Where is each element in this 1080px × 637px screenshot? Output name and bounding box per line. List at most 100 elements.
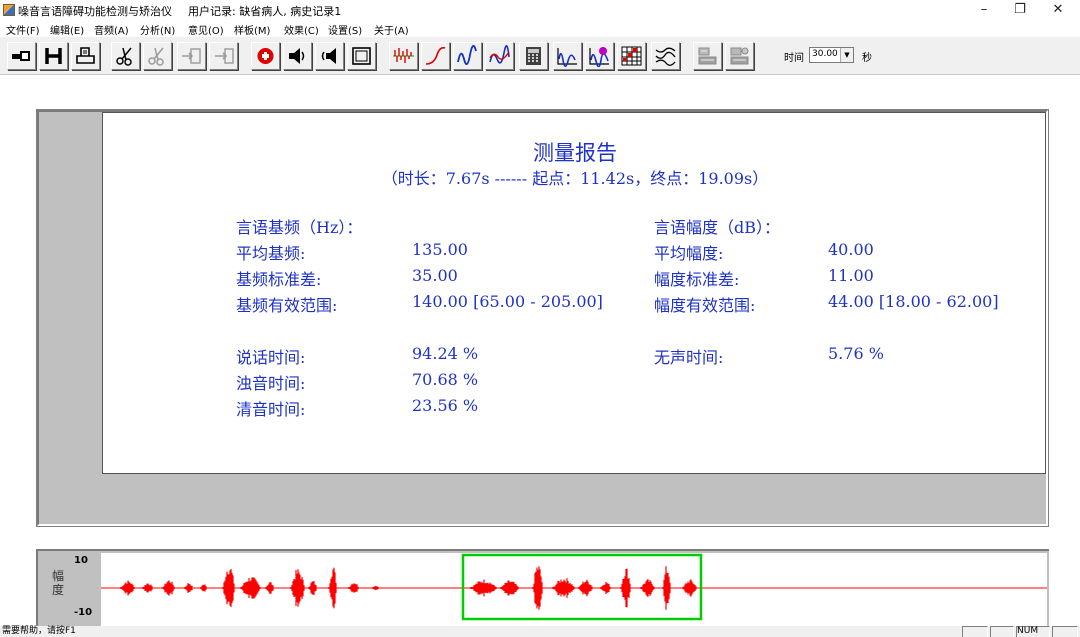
report-title: 测量报告 xyxy=(533,141,617,165)
stat-export-button[interactable] xyxy=(725,42,754,70)
status-panel-1 xyxy=(962,626,988,637)
spectrum-button[interactable] xyxy=(553,42,582,70)
report-panel: 测量报告 （时长：7.67s ------ 起点：11.42s，终点：19.09… xyxy=(36,109,1049,527)
status-help-text: 需要帮助，请按F1 xyxy=(2,626,76,636)
pitch-std-label: 基频标准差: xyxy=(236,270,322,289)
play-selection-button[interactable] xyxy=(315,42,344,70)
amplitude-mean-value: 40.00 xyxy=(828,240,874,259)
rising-curve-icon xyxy=(425,46,446,65)
title-bar: 噪音言语障碍功能检测与矫治仪 用户记录: 缺省病人, 病史记录1 – ❐ ✕ xyxy=(0,0,1080,20)
printer-icon xyxy=(76,47,95,64)
pitch-std-value: 35.00 xyxy=(412,266,458,285)
report-gray-icon xyxy=(698,47,717,65)
multi-wave-button[interactable] xyxy=(651,42,680,70)
record-icon xyxy=(257,48,274,64)
grid-chart-button[interactable] xyxy=(617,42,646,70)
scissors-icon xyxy=(116,47,132,66)
status-panel-4 xyxy=(1052,626,1078,637)
spectrum-g-button[interactable] xyxy=(585,42,614,70)
spectrum-g-icon xyxy=(589,47,609,67)
silence-time-label: 无声时间: xyxy=(654,348,724,367)
waveform-icon xyxy=(393,48,414,63)
record-button[interactable] xyxy=(251,42,280,70)
export-button[interactable] xyxy=(209,42,238,70)
pitch-range-label: 基频有效范围: xyxy=(236,296,338,315)
open-patient-button[interactable] xyxy=(7,42,36,70)
frame-icon xyxy=(352,47,371,65)
speaker-left-icon xyxy=(321,48,336,64)
menu-settings[interactable]: 设置(S) xyxy=(328,22,362,37)
pitch-mean-label: 平均基频: xyxy=(236,244,306,263)
spectrum-icon xyxy=(557,48,577,67)
menu-about[interactable]: 关于(A) xyxy=(374,22,409,37)
time-unit: 秒 xyxy=(862,53,872,64)
calculator-button[interactable] xyxy=(519,42,548,70)
time-select[interactable]: 30.00 ▼ xyxy=(809,47,854,63)
pitch-curve-button[interactable] xyxy=(421,42,450,70)
cut-disabled-button[interactable] xyxy=(143,42,172,70)
restore-button[interactable]: ❐ xyxy=(1002,0,1038,20)
frame-button[interactable] xyxy=(347,42,376,70)
save-button[interactable] xyxy=(39,42,68,70)
chevron-down-icon[interactable]: ▼ xyxy=(840,48,853,62)
speech-time-label: 说话时间: xyxy=(236,348,306,367)
import-button[interactable] xyxy=(177,42,206,70)
menu-file[interactable]: 文件(F) xyxy=(6,22,40,37)
amplitude-mean-label: 平均幅度: xyxy=(654,244,724,263)
report-gray-2-icon xyxy=(730,47,749,65)
time-label: 时间 xyxy=(784,53,804,64)
export-icon xyxy=(215,48,234,64)
pitch-range-value: 140.00 [65.00 - 205.00] xyxy=(412,292,603,311)
menu-analysis[interactable]: 分析(N) xyxy=(140,22,175,37)
stat-report-button[interactable] xyxy=(693,42,722,70)
menu-effect[interactable]: 效果(C) xyxy=(284,22,319,37)
speaker-icon xyxy=(289,48,305,64)
status-bar: 需要帮助，请按F1 NUM xyxy=(0,626,1080,637)
cut-button[interactable] xyxy=(111,42,140,70)
y-axis-max: 10 xyxy=(74,555,88,566)
user-record: 用户记录: 缺省病人, 病史记录1 xyxy=(188,5,342,18)
voiced-time-value: 70.68 % xyxy=(412,370,479,389)
waveform-button[interactable] xyxy=(389,42,418,70)
amplitude-std-label: 幅度标准差: xyxy=(654,270,740,289)
blue-wave-icon xyxy=(457,45,477,65)
status-num: NUM xyxy=(1017,626,1039,636)
pitch-heading: 言语基频（Hz）： xyxy=(236,218,363,237)
unvoiced-time-value: 23.56 % xyxy=(412,396,479,415)
menu-advice[interactable]: 意见(O) xyxy=(188,22,224,37)
y-axis-min: -10 xyxy=(74,607,93,618)
unvoiced-time-label: 清音时间: xyxy=(236,400,306,419)
amplitude-heading: 言语幅度（dB）： xyxy=(654,218,781,237)
waveform-panel: 10 -10 幅度 xyxy=(36,549,1049,627)
waveform-canvas[interactable] xyxy=(101,553,1047,627)
hand-folder-icon xyxy=(12,51,30,61)
import-icon xyxy=(182,48,201,64)
menu-audio[interactable]: 音频(A) xyxy=(94,22,129,37)
close-button[interactable]: ✕ xyxy=(1040,0,1076,20)
amplitude-range-value: 44.00 [18.00 - 62.00] xyxy=(828,292,999,311)
menu-template[interactable]: 样板(M) xyxy=(234,22,270,37)
speech-time-value: 94.24 % xyxy=(412,344,479,363)
amplitude-range-label: 幅度有效范围: xyxy=(654,296,756,315)
print-button[interactable] xyxy=(71,42,100,70)
menu-bar: 文件(F) 编辑(E) 音频(A) 分析(N) 意见(O) 样板(M) 效果(C… xyxy=(0,20,1080,37)
scissors-gray-icon xyxy=(148,47,164,66)
minimize-button[interactable]: – xyxy=(966,0,1002,20)
grid-chart-icon xyxy=(621,46,642,66)
voiced-time-label: 浊音时间: xyxy=(236,374,306,393)
report-paper: 测量报告 （时长：7.67s ------ 起点：11.42s，终点：19.09… xyxy=(102,112,1046,474)
y-axis-label: 幅度 xyxy=(52,569,65,597)
dual-contour-button[interactable] xyxy=(485,42,514,70)
pitch-mean-value: 135.00 xyxy=(412,240,468,259)
pitch-contour-button[interactable] xyxy=(453,42,482,70)
time-value: 30.00 xyxy=(812,49,838,59)
play-button[interactable] xyxy=(283,42,312,70)
menu-edit[interactable]: 编辑(E) xyxy=(50,22,84,37)
dual-wave-icon xyxy=(489,45,510,64)
report-subtitle: （时长：7.67s ------ 起点：11.42s，终点：19.09s） xyxy=(381,169,769,188)
multi-wave-icon xyxy=(655,47,676,66)
app-icon xyxy=(3,4,15,16)
toolbar: 时间 30.00 ▼ 秒 xyxy=(0,37,1080,75)
save-h-icon xyxy=(45,48,62,64)
status-panel-2 xyxy=(990,626,1014,637)
